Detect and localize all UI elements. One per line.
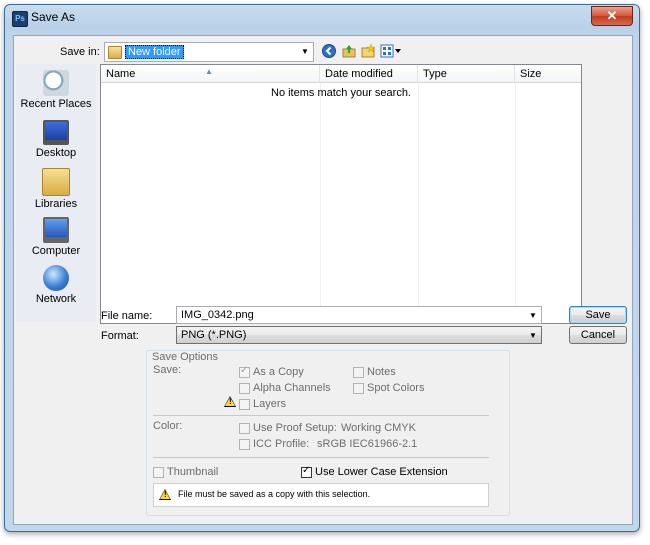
warning-message-box: File must be saved as a copy with this s… — [153, 483, 489, 507]
view-menu-icon[interactable] — [379, 44, 403, 60]
thumbnail-label: Thumbnail — [167, 466, 219, 478]
title-bar[interactable]: Ps Save As ✕ — [5, 5, 639, 29]
column-divider — [418, 83, 419, 323]
warning-message: File must be saved as a copy with this s… — [178, 489, 371, 499]
folder-icon — [108, 46, 122, 59]
thumbnail-checkbox[interactable] — [153, 467, 164, 478]
save-label: Save: — [153, 364, 182, 376]
notes-label: Notes — [367, 366, 396, 378]
use-proof-setup-label: Use Proof Setup: — [253, 422, 337, 434]
file-name-label: File name: — [101, 310, 153, 322]
spot-colors-label: Spot Colors — [367, 382, 425, 394]
recent-places-icon — [43, 70, 69, 96]
computer-icon — [43, 217, 69, 243]
back-icon[interactable] — [321, 44, 337, 60]
column-header-name[interactable]: Name ▲ — [101, 65, 320, 83]
column-header-size[interactable]: Size — [515, 65, 581, 83]
chevron-down-icon: ▼ — [529, 331, 537, 340]
save-button[interactable]: Save — [569, 306, 627, 324]
spot-colors-checkbox[interactable] — [353, 383, 364, 394]
photoshop-icon: Ps — [12, 11, 28, 27]
use-proof-setup-checkbox[interactable] — [239, 423, 250, 434]
places-bar: Recent Places Desktop Libraries Computer… — [16, 64, 96, 322]
file-list[interactable]: Name ▲ Date modified Type Size No items … — [100, 64, 582, 324]
place-network[interactable]: Network — [16, 265, 96, 305]
place-label: Libraries — [34, 198, 78, 210]
window-title: Save As — [31, 10, 76, 24]
up-folder-icon[interactable] — [341, 44, 357, 60]
current-folder: New folder — [125, 45, 184, 59]
lower-case-extension-label: Use Lower Case Extension — [315, 466, 448, 478]
as-a-copy-label: As a Copy — [253, 366, 304, 378]
proof-setup-value: Working CMYK — [341, 422, 416, 434]
divider — [153, 457, 489, 458]
notes-checkbox[interactable] — [353, 367, 364, 378]
layers-checkbox[interactable] — [239, 399, 250, 410]
network-icon — [43, 265, 69, 291]
icc-profile-label: ICC Profile: — [253, 438, 310, 450]
column-header-date-modified[interactable]: Date modified — [320, 65, 418, 83]
sort-ascending-icon: ▲ — [205, 67, 213, 76]
desktop-icon — [43, 120, 69, 145]
icc-profile-value: sRGB IEC61966-2.1 — [317, 438, 418, 450]
lower-case-extension-checkbox[interactable] — [301, 465, 312, 478]
save-in-label: Save in: — [60, 46, 100, 58]
place-label: Network — [35, 293, 77, 305]
format-dropdown[interactable]: PNG (*.PNG) ▼ — [176, 326, 542, 344]
column-header-type[interactable]: Type — [418, 65, 515, 83]
file-name-input[interactable]: IMG_0342.png ▼ — [176, 306, 542, 324]
place-libraries[interactable]: Libraries — [16, 168, 96, 210]
layers-label: Layers — [253, 398, 287, 410]
place-label: Desktop — [35, 147, 77, 159]
column-divider — [320, 83, 321, 323]
cancel-button[interactable]: Cancel — [569, 326, 627, 344]
warning-icon — [224, 396, 236, 407]
place-label: Computer — [31, 245, 81, 257]
empty-message: No items match your search. — [271, 87, 411, 99]
save-options-group: Save: As a Copy Notes Alpha Channels Spo… — [146, 350, 510, 516]
place-computer[interactable]: Computer — [16, 217, 96, 257]
format-label: Format: — [101, 330, 139, 342]
chevron-down-icon[interactable]: ▼ — [527, 307, 539, 323]
as-a-copy-checkbox[interactable] — [239, 365, 250, 378]
alpha-channels-checkbox[interactable] — [239, 383, 250, 394]
place-recent-places[interactable]: Recent Places — [16, 70, 96, 110]
icc-profile-checkbox[interactable] — [239, 439, 250, 450]
column-divider — [515, 83, 516, 323]
dialog-body: Save in: New folder ▼ Recent Places Desk… — [13, 35, 633, 525]
divider — [153, 415, 489, 416]
close-button[interactable]: ✕ — [591, 6, 633, 26]
place-label: Recent Places — [20, 98, 92, 110]
alpha-channels-label: Alpha Channels — [253, 382, 331, 394]
new-folder-icon[interactable] — [360, 43, 376, 60]
color-label: Color: — [153, 420, 183, 432]
libraries-icon — [42, 168, 70, 196]
chevron-down-icon: ▼ — [301, 47, 309, 56]
place-desktop[interactable]: Desktop — [16, 120, 96, 159]
save-as-dialog: Ps Save As ✕ Save in: New folder ▼ Recen… — [4, 4, 640, 532]
save-in-dropdown[interactable]: New folder ▼ — [104, 42, 314, 62]
warning-icon — [159, 489, 171, 500]
